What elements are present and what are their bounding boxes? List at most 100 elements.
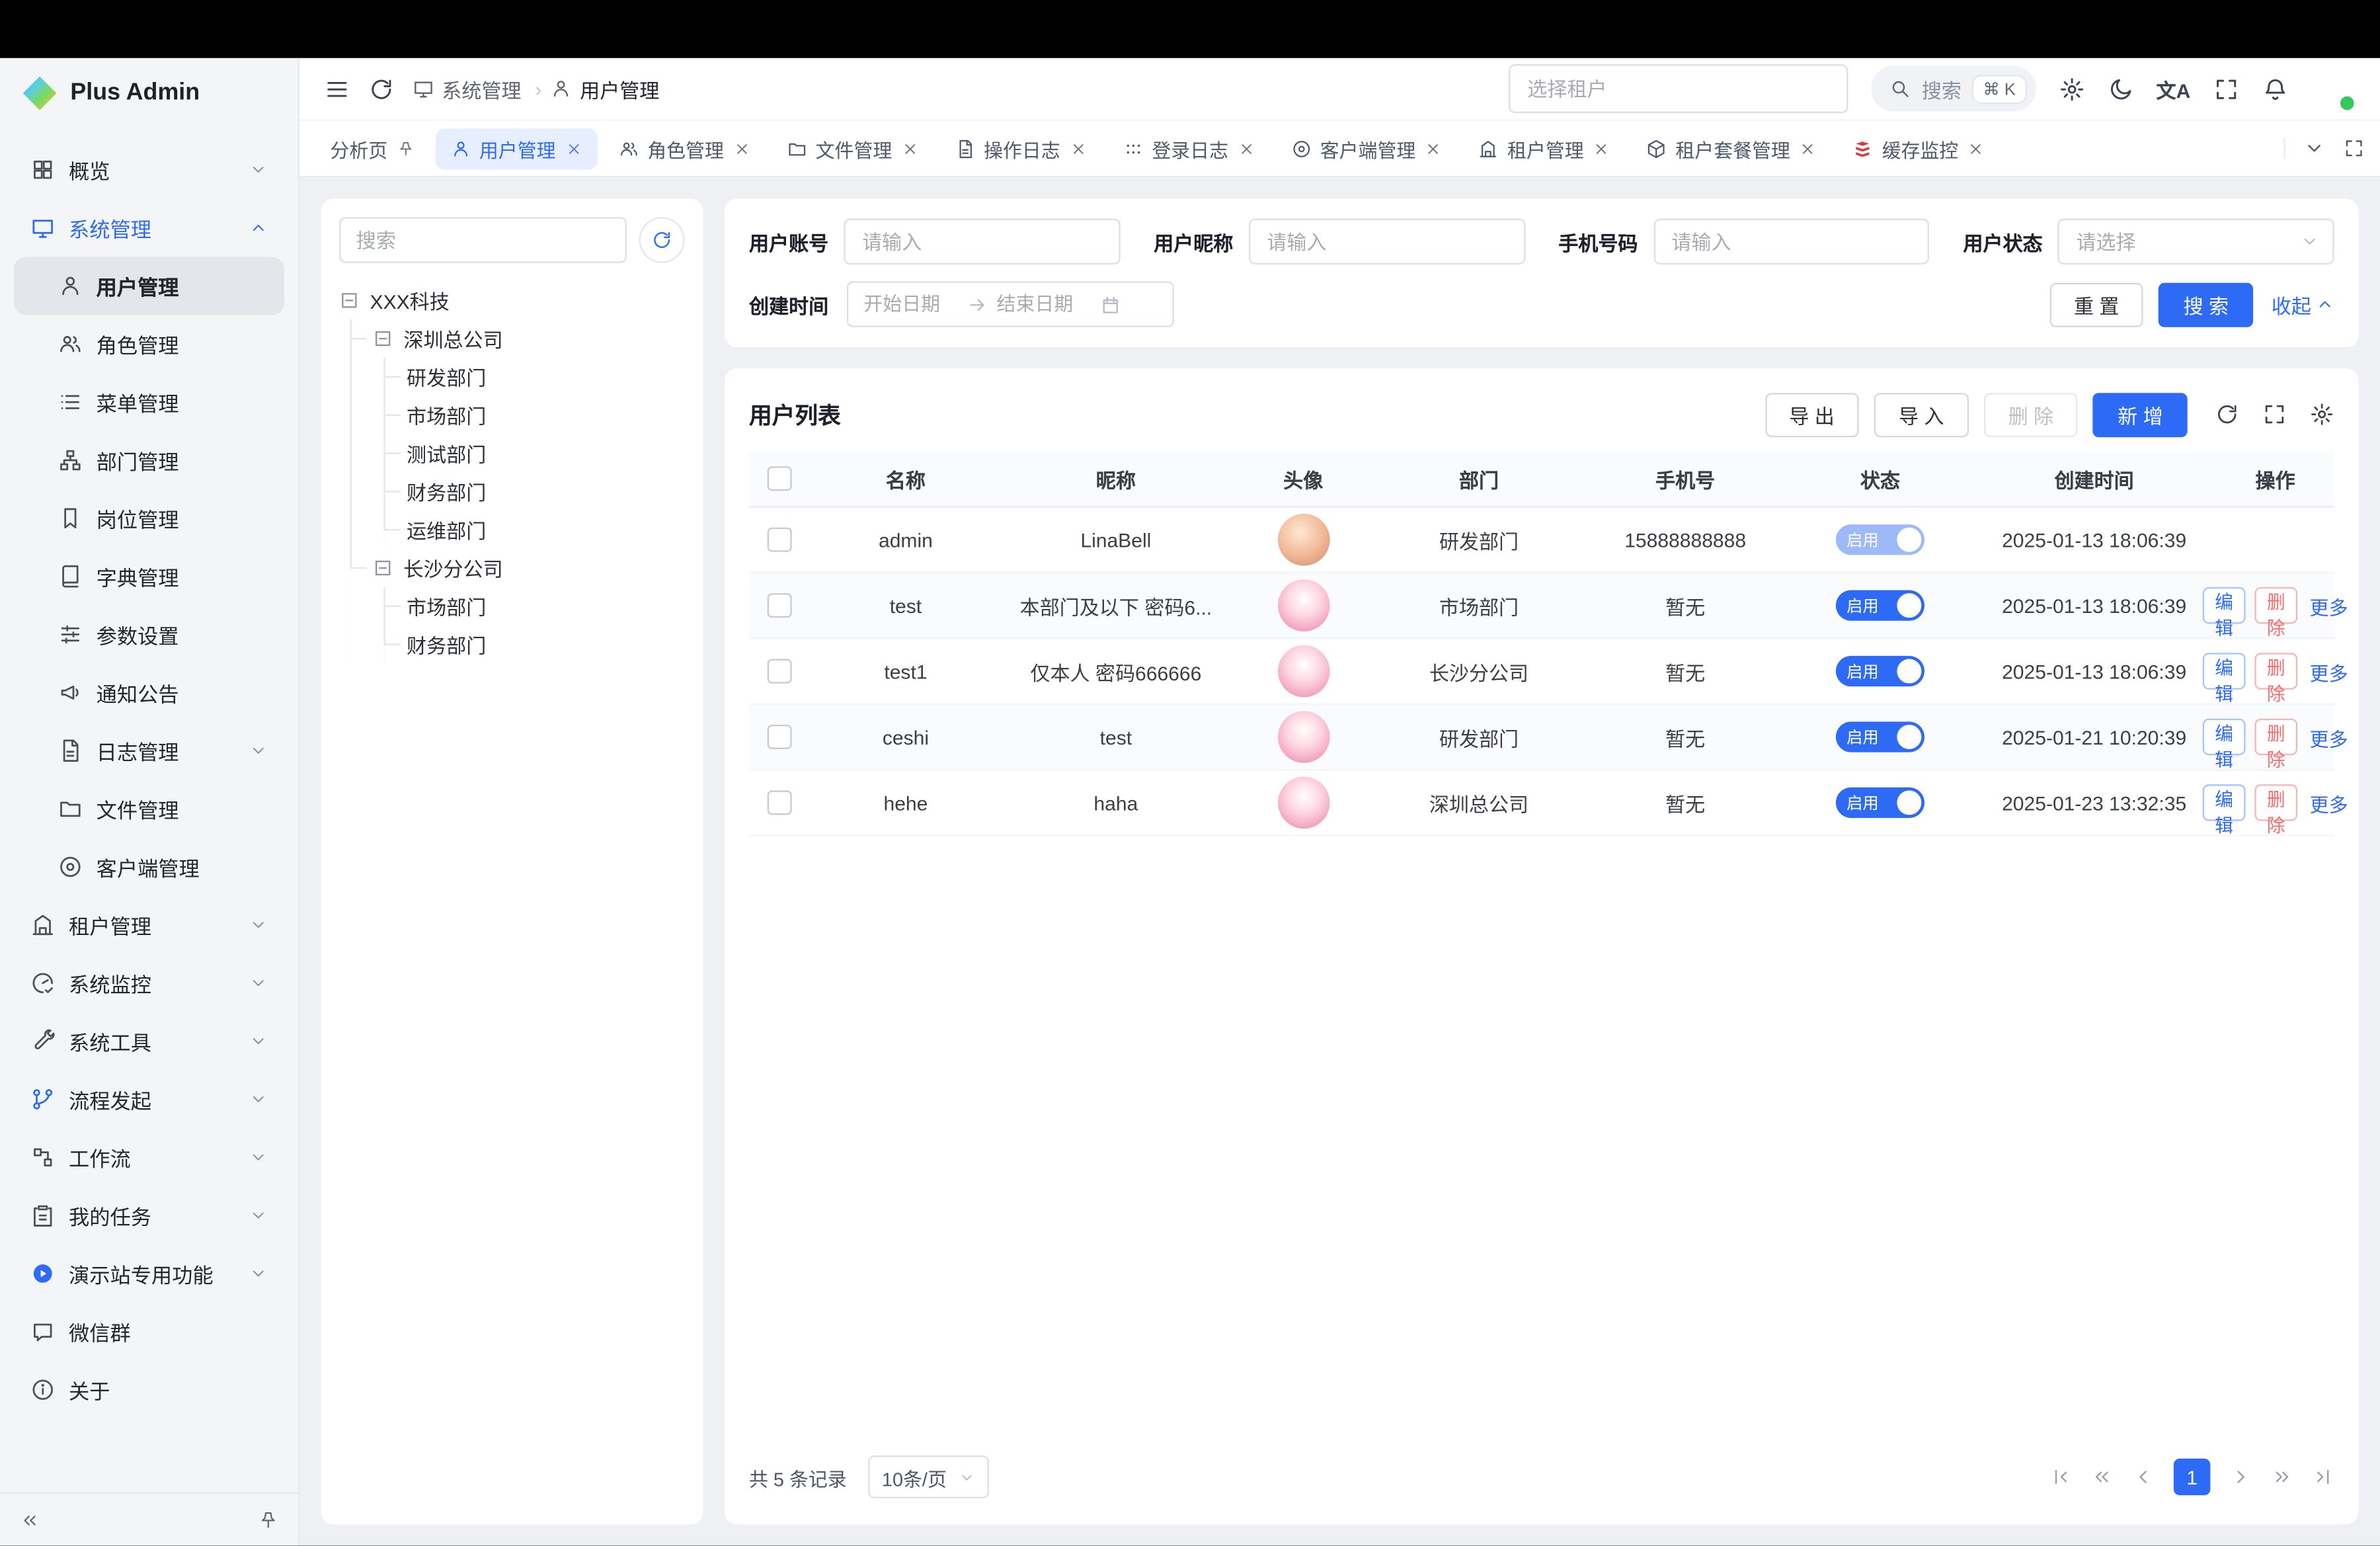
select-all-checkbox[interactable]	[768, 466, 792, 491]
tab-list-dropdown-icon[interactable]	[2303, 138, 2324, 159]
column-settings-icon[interactable]	[2310, 402, 2334, 427]
sidebar-item[interactable]: 角色管理	[14, 315, 284, 373]
close-tab-icon[interactable]	[1967, 140, 1984, 157]
tab[interactable]: 角色管理	[603, 128, 765, 169]
row-checkbox[interactable]	[768, 659, 792, 684]
end-date-input[interactable]	[994, 292, 1095, 317]
tab[interactable]: 租户套餐管理	[1631, 128, 1831, 169]
filter-input[interactable]	[859, 229, 1105, 255]
content-fullscreen-icon[interactable]	[2344, 138, 2365, 159]
tab[interactable]: 缓存监控	[1838, 128, 2000, 169]
date-range-picker[interactable]	[847, 281, 1174, 327]
sidebar-item[interactable]: 演示站专用功能	[14, 1244, 284, 1303]
tree-refresh-button[interactable]	[639, 217, 684, 263]
sidebar-item[interactable]: 租户管理	[14, 896, 284, 954]
pin-sidebar-icon[interactable]	[258, 1510, 278, 1529]
search-button[interactable]: 搜 索	[2159, 282, 2253, 327]
sidebar-item[interactable]: 文件管理	[14, 780, 284, 838]
next-page-icon[interactable]	[2230, 1466, 2251, 1487]
global-search[interactable]: 搜索 ⌘ K	[1871, 65, 2035, 111]
page-size-select[interactable]: 10条/页	[868, 1455, 990, 1498]
close-tab-icon[interactable]	[565, 140, 581, 157]
sidebar-item[interactable]: 我的任务	[14, 1186, 284, 1244]
settings-icon[interactable]	[2059, 75, 2084, 101]
delete-button[interactable]: 删 除	[1984, 392, 2078, 436]
close-tab-icon[interactable]	[1800, 140, 1816, 157]
edit-button[interactable]: 编 辑	[2203, 719, 2246, 755]
tree-node[interactable]: 研发部门	[407, 358, 685, 396]
close-tab-icon[interactable]	[1070, 140, 1086, 157]
more-button[interactable]: 更多	[2310, 788, 2348, 817]
tree-node[interactable]: 运维部门	[407, 510, 685, 549]
close-tab-icon[interactable]	[1593, 140, 1610, 157]
reset-button[interactable]: 重 置	[2049, 282, 2143, 327]
collapse-node-icon[interactable]	[339, 290, 359, 310]
user-avatar[interactable]	[2311, 67, 2356, 111]
refresh-page-icon[interactable]	[368, 75, 394, 101]
tab[interactable]: 分析页	[315, 128, 428, 169]
tree-node[interactable]: 市场部门	[407, 396, 685, 434]
breadcrumb-item[interactable]: 用户管理 ›	[551, 74, 659, 103]
filter-input[interactable]	[2073, 229, 2291, 255]
sidebar-item[interactable]: 工作流	[14, 1128, 284, 1186]
delete-row-button[interactable]: 删 除	[2254, 653, 2297, 689]
sidebar-item[interactable]: 用户管理	[14, 257, 284, 315]
edit-button[interactable]: 编 辑	[2203, 587, 2246, 624]
tree-node[interactable]: XXX科技	[339, 281, 685, 319]
collapse-sidebar-icon[interactable]	[20, 1510, 40, 1529]
more-button[interactable]: 更多	[2310, 722, 2348, 751]
status-switch[interactable]: 启用	[1836, 524, 1924, 555]
row-checkbox[interactable]	[768, 528, 792, 552]
tree-node[interactable]: 财务部门	[407, 626, 685, 664]
dark-mode-icon[interactable]	[2108, 75, 2133, 101]
last-page-icon[interactable]	[2313, 1466, 2334, 1487]
tree-node[interactable]: 深圳总公司	[373, 319, 685, 358]
language-switch-icon[interactable]: 文A	[2157, 74, 2191, 103]
sidebar-item[interactable]: 岗位管理	[14, 489, 284, 548]
delete-row-button[interactable]: 删 除	[2254, 784, 2297, 821]
row-checkbox[interactable]	[768, 790, 792, 815]
collapse-filter-link[interactable]: 收起	[2272, 290, 2334, 319]
collapse-node-icon[interactable]	[373, 329, 393, 348]
edit-button[interactable]: 编 辑	[2203, 653, 2246, 689]
close-tab-icon[interactable]	[1238, 140, 1254, 157]
fullscreen-icon[interactable]	[2213, 75, 2239, 101]
table-fullscreen-icon[interactable]	[2262, 402, 2287, 427]
more-button[interactable]: 更多	[2310, 591, 2348, 620]
jump-back-icon[interactable]	[2091, 1466, 2112, 1487]
sidebar-item[interactable]: 日志管理	[14, 721, 284, 780]
tenant-select-input[interactable]	[1509, 64, 1848, 113]
tree-node[interactable]: 测试部门	[407, 434, 685, 473]
sidebar-item[interactable]: 字典管理	[14, 548, 284, 606]
status-switch[interactable]: 启用	[1836, 788, 1924, 818]
sidebar-item[interactable]: 客户端管理	[14, 838, 284, 896]
tab[interactable]: 租户管理	[1463, 128, 1625, 169]
row-checkbox[interactable]	[768, 725, 792, 749]
sidebar-item[interactable]: 微信群	[14, 1303, 284, 1361]
sidebar-item[interactable]: 菜单管理	[14, 373, 284, 431]
tree-search-input[interactable]	[339, 217, 627, 263]
import-button[interactable]: 导 入	[1874, 392, 1968, 436]
sidebar-item[interactable]: 参数设置	[14, 606, 284, 664]
status-switch[interactable]: 启用	[1836, 590, 1924, 620]
first-page-icon[interactable]	[2050, 1466, 2071, 1487]
add-button[interactable]: 新 增	[2093, 392, 2187, 436]
sidebar-item[interactable]: 概览	[14, 141, 284, 199]
tree-node[interactable]: 市场部门	[407, 587, 685, 626]
tree-node[interactable]: 财务部门	[407, 472, 685, 510]
jump-forward-icon[interactable]	[2272, 1466, 2293, 1487]
collapse-node-icon[interactable]	[373, 558, 393, 578]
sidebar-item[interactable]: 系统管理	[14, 199, 284, 257]
close-tab-icon[interactable]	[1425, 140, 1441, 157]
tab[interactable]: 登录日志	[1107, 128, 1269, 169]
refresh-table-icon[interactable]	[2215, 402, 2239, 427]
row-checkbox[interactable]	[768, 593, 792, 618]
close-tab-icon[interactable]	[901, 140, 918, 157]
delete-row-button[interactable]: 删 除	[2254, 719, 2297, 755]
breadcrumb-item[interactable]: 系统管理 ›	[413, 74, 541, 103]
export-button[interactable]: 导 出	[1765, 392, 1858, 436]
tab[interactable]: 文件管理	[772, 128, 933, 169]
prev-page-icon[interactable]	[2132, 1466, 2153, 1487]
close-tab-icon[interactable]	[733, 140, 750, 157]
status-switch[interactable]: 启用	[1836, 721, 1924, 752]
